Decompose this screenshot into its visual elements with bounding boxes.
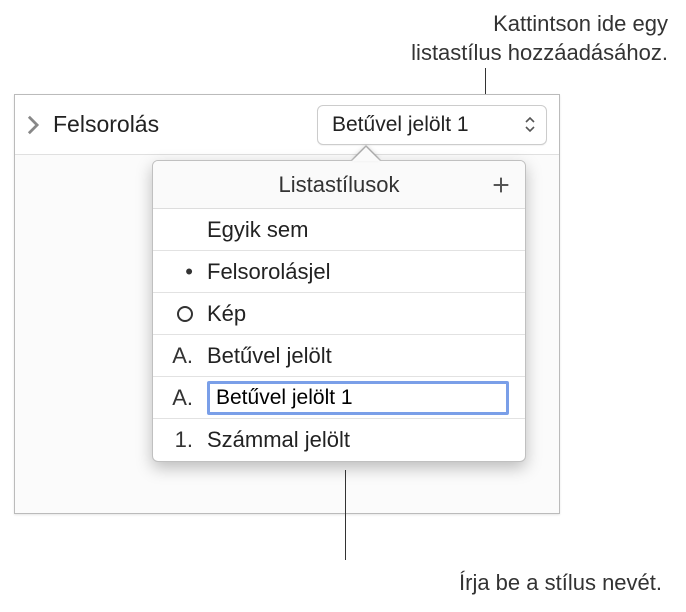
- callout-add-style: Kattintson ide egy listastílus hozzáadás…: [411, 10, 668, 67]
- list-style-item-lettered[interactable]: A. Betűvel jelölt: [153, 335, 525, 377]
- callout-text-line1: Kattintson ide egy: [411, 10, 668, 39]
- chevron-right-icon[interactable]: [21, 113, 45, 137]
- bullet-icon: •: [169, 259, 193, 285]
- circle-icon: [169, 306, 193, 322]
- list-item-label: Betűvel jelölt: [207, 343, 332, 369]
- list-styles-popover-wrap: Listastílusok Egyik sem • Felsorolásjel …: [152, 160, 526, 462]
- list-item-label: Kép: [207, 301, 246, 327]
- list-style-dropdown[interactable]: Betűvel jelölt 1: [317, 105, 547, 145]
- list-item-label: Számmal jelölt: [207, 427, 350, 453]
- add-style-button[interactable]: [487, 171, 515, 199]
- style-name-input[interactable]: [207, 381, 509, 415]
- chevron-updown-icon: [524, 116, 536, 133]
- popover-title: Listastílusok: [278, 172, 399, 198]
- callout-text-line2: listastílus hozzáadásához.: [411, 39, 668, 68]
- letter-marker-icon: A.: [169, 343, 193, 369]
- list-style-item-image[interactable]: Kép: [153, 293, 525, 335]
- list-style-item-none[interactable]: Egyik sem: [153, 209, 525, 251]
- letter-marker-icon: A.: [169, 385, 193, 411]
- number-marker-icon: 1.: [169, 427, 193, 453]
- panel-section-label: Felsorolás: [53, 111, 317, 138]
- list-style-item-bullet[interactable]: • Felsorolásjel: [153, 251, 525, 293]
- list-style-item-lettered-1[interactable]: A.: [153, 377, 525, 419]
- callout-line-bottom: [345, 470, 346, 560]
- callout-type-name: Írja be a stílus nevét.: [459, 570, 662, 596]
- dropdown-value: Betűvel jelölt 1: [332, 113, 469, 137]
- panel-header: Felsorolás Betűvel jelölt 1: [15, 95, 559, 155]
- list-item-label: Felsorolásjel: [207, 259, 331, 285]
- popover-header: Listastílusok: [153, 161, 525, 209]
- list-item-label: Egyik sem: [207, 217, 308, 243]
- list-style-item-numbered[interactable]: 1. Számmal jelölt: [153, 419, 525, 461]
- list-styles-popover: Listastílusok Egyik sem • Felsorolásjel …: [152, 160, 526, 462]
- popover-pointer: [352, 147, 380, 161]
- plus-icon: [490, 174, 512, 196]
